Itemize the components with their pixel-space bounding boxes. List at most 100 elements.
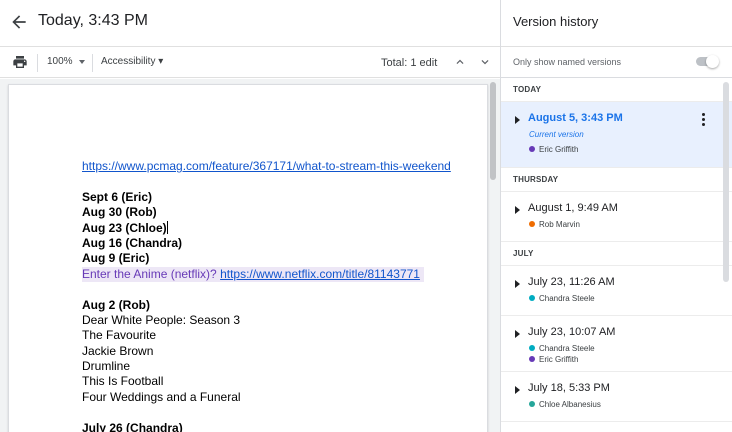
author-name: Chandra Steele bbox=[539, 294, 595, 303]
line-text: July 26 (Chandra) bbox=[82, 420, 183, 432]
author-color-dot bbox=[529, 295, 535, 301]
suggested-edit: Enter the Anime (netflix)? https://www.n… bbox=[82, 266, 424, 283]
author-color-dot bbox=[529, 401, 535, 407]
expand-arrow-icon[interactable] bbox=[515, 206, 520, 214]
line-text: Aug 9 (Eric) bbox=[82, 251, 150, 266]
document-line: Jackie Brown bbox=[82, 344, 482, 359]
author-name: Chloe Albanesius bbox=[539, 400, 601, 409]
top-bar: Today, 3:43 PM bbox=[0, 0, 500, 46]
text-cursor bbox=[166, 220, 168, 234]
line-text: This Is Football bbox=[82, 374, 164, 389]
version-list: TODAY August 5, 3:43 PM Current version Eri… bbox=[501, 77, 732, 432]
current-version-label: Current version bbox=[529, 130, 584, 139]
version-entry[interactable]: August 5, 3:43 PM Current version Eric Gri… bbox=[501, 102, 732, 168]
divider bbox=[501, 46, 732, 47]
document-line: Aug 16 (Chandra) bbox=[82, 236, 482, 251]
version-date: July 23, 10:07 AM bbox=[528, 326, 616, 338]
section-header: TODAY bbox=[501, 78, 732, 102]
document-line: Sept 6 (Eric) bbox=[82, 190, 482, 205]
document-page: https://www.pcmag.com/feature/367171/wha… bbox=[8, 84, 488, 432]
total-edits: Total: 1 edit bbox=[381, 57, 438, 69]
page-title: Today, 3:43 PM bbox=[38, 12, 148, 29]
accessibility-label: Accessibility bbox=[101, 56, 156, 67]
named-versions-toggle[interactable] bbox=[692, 55, 720, 68]
author-color-dot bbox=[529, 221, 535, 227]
version-author: Chandra Steele bbox=[529, 294, 595, 303]
version-entry[interactable]: July 23, 11:26 AM Chandra Steele bbox=[501, 266, 732, 316]
author-name: Rob Marvin bbox=[539, 220, 580, 229]
line-text: Aug 23 (Chloe) bbox=[82, 220, 167, 235]
version-date: August 1, 9:49 AM bbox=[528, 202, 618, 214]
print-icon[interactable] bbox=[12, 54, 28, 70]
author-name: Chandra Steele bbox=[539, 344, 595, 353]
line-text: Sept 6 (Eric) bbox=[82, 189, 153, 204]
author-color-dot bbox=[529, 356, 535, 362]
document-line: This Is Football bbox=[82, 374, 482, 389]
line-text: Aug 30 (Rob) bbox=[82, 205, 157, 220]
chevron-down-icon[interactable] bbox=[478, 55, 492, 69]
document-line: Aug 23 (Chloe) bbox=[82, 220, 482, 236]
version-author: Chandra Steele bbox=[529, 344, 595, 353]
author-name: Eric Griffith bbox=[539, 145, 579, 154]
document-line: July 26 (Chandra) bbox=[82, 421, 482, 432]
line-text: The Favourite bbox=[82, 328, 157, 343]
document-line: The Favourite bbox=[82, 328, 482, 343]
document-line: Aug 2 (Rob) bbox=[82, 298, 482, 313]
line-text: Dear White People: Season 3 bbox=[82, 312, 241, 327]
version-entry[interactable]: July 18, 5:33 PM Chloe Albanesius bbox=[501, 372, 732, 422]
accessibility-menu[interactable]: Accessibility ▾ bbox=[101, 56, 163, 67]
line-text: Four Weddings and a Funeral bbox=[82, 389, 241, 404]
toolbar-divider bbox=[37, 54, 38, 72]
expand-arrow-icon[interactable] bbox=[515, 280, 520, 288]
document-scrollbar[interactable] bbox=[490, 82, 496, 180]
edit-text: Enter the Anime (netflix)? bbox=[82, 266, 221, 281]
author-color-dot bbox=[529, 345, 535, 351]
zoom-select[interactable]: 100% bbox=[47, 56, 73, 67]
version-author: Eric Griffith bbox=[529, 355, 578, 364]
chevron-up-icon[interactable] bbox=[453, 55, 467, 69]
document-line: Dear White People: Season 3 bbox=[82, 313, 482, 328]
panel-title: Version history bbox=[513, 14, 599, 29]
version-date: August 5, 3:43 PM bbox=[528, 112, 623, 124]
toolbar-divider bbox=[92, 54, 93, 72]
expand-arrow-icon[interactable] bbox=[515, 386, 520, 394]
line-text: Drumline bbox=[82, 359, 131, 374]
app: Today, 3:43 PM 100% Accessibility ▾ Tota… bbox=[0, 0, 732, 432]
line-text: Aug 2 (Rob) bbox=[82, 297, 150, 312]
more-vert-icon[interactable] bbox=[699, 112, 707, 128]
expand-arrow-icon[interactable] bbox=[515, 330, 520, 338]
author-name: Eric Griffith bbox=[539, 355, 579, 364]
document-line: https://www.pcmag.com/feature/367171/wha… bbox=[82, 159, 482, 174]
zoom-caret-icon[interactable] bbox=[79, 60, 85, 64]
document-link[interactable]: https://www.pcmag.com/feature/367171/wha… bbox=[82, 159, 451, 173]
document-line: Four Weddings and a Funeral bbox=[82, 390, 482, 405]
document-line: Enter the Anime (netflix)? https://www.n… bbox=[82, 266, 482, 283]
toggle-knob bbox=[706, 55, 719, 68]
toolbar: 100% Accessibility ▾ Total: 1 edit bbox=[0, 46, 500, 78]
document-line: Drumline bbox=[82, 359, 482, 374]
arrow-back-icon[interactable] bbox=[9, 12, 29, 32]
section-header: THURSDAY bbox=[501, 168, 732, 192]
document-line: Aug 30 (Rob) bbox=[82, 205, 482, 220]
version-entry[interactable]: July 23, 10:07 AM Chandra Steele Eric Grif… bbox=[501, 316, 732, 372]
more-dot bbox=[701, 118, 705, 121]
document-canvas: https://www.pcmag.com/feature/367171/wha… bbox=[0, 79, 500, 432]
version-history-panel: Version history Only show named versions… bbox=[500, 0, 732, 432]
version-list-scrollbar[interactable] bbox=[723, 82, 729, 282]
expand-arrow-icon[interactable] bbox=[515, 116, 520, 124]
line-text: Aug 16 (Chandra) bbox=[82, 235, 183, 250]
netflix-link[interactable]: https://www.netflix.com/title/81143771 bbox=[220, 267, 420, 281]
document-area: Today, 3:43 PM 100% Accessibility ▾ Tota… bbox=[0, 0, 500, 432]
document-body: https://www.pcmag.com/feature/367171/wha… bbox=[82, 159, 482, 432]
more-dot bbox=[701, 123, 705, 126]
named-versions-label: Only show named versions bbox=[513, 57, 622, 67]
author-color-dot bbox=[529, 146, 535, 152]
version-entry[interactable]: August 1, 9:49 AM Rob Marvin bbox=[501, 192, 732, 242]
version-date: July 18, 5:33 PM bbox=[528, 382, 610, 394]
version-date: July 23, 11:26 AM bbox=[528, 276, 615, 288]
version-author: Eric Griffith bbox=[529, 145, 578, 154]
section-header: JULY bbox=[501, 242, 732, 266]
